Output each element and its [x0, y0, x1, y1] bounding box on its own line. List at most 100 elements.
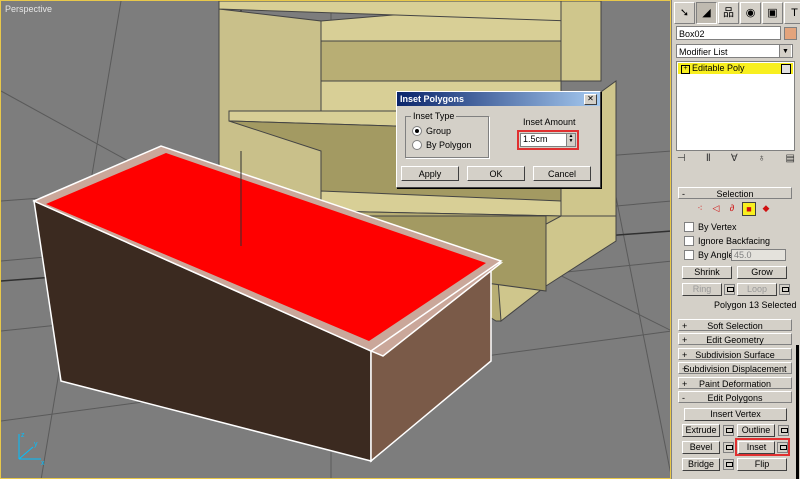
inset-polygons-dialog: Inset Polygons ✕ Inset Type Group By Pol…	[396, 91, 601, 188]
motion-tab-icon[interactable]: ◉	[740, 2, 761, 24]
object-color-swatch[interactable]	[784, 27, 797, 40]
extrude-button[interactable]: Extrude	[682, 424, 720, 437]
expand-icon[interactable]: +	[681, 65, 690, 74]
rollout-title: Subdivision Displacement	[683, 364, 787, 374]
loop-spinner-icon[interactable]	[779, 284, 790, 295]
ignore-backfacing-row[interactable]: Ignore Backfacing	[684, 236, 770, 246]
cancel-button[interactable]: Cancel	[533, 166, 591, 181]
inset-amount-value[interactable]: 1.5cm	[523, 134, 548, 144]
display-tab-icon[interactable]: ▣	[762, 2, 783, 24]
hierarchy-tab-icon[interactable]: 品	[718, 2, 739, 24]
inset-amount-highlight: 1.5cm ▲ ▼	[517, 130, 579, 150]
object-name-field[interactable]: Box02	[676, 26, 781, 40]
collapse-icon: -	[682, 393, 685, 403]
rollout-title: Edit Polygons	[707, 393, 763, 403]
create-tab-icon[interactable]: ➘	[674, 2, 695, 24]
make-unique-icon[interactable]: ∀	[731, 153, 738, 167]
lightbulb-icon[interactable]	[781, 64, 791, 74]
radio-group-label: Group	[426, 126, 452, 136]
close-icon[interactable]: ✕	[584, 94, 597, 105]
bevel-button[interactable]: Bevel	[682, 441, 720, 454]
rollout-selection[interactable]: - Selection	[678, 187, 792, 199]
outline-settings-icon[interactable]	[778, 425, 789, 436]
panel-scrollbar[interactable]	[796, 345, 799, 479]
edge-mode-icon[interactable]: ◁	[710, 202, 722, 214]
expand-icon: +	[682, 364, 688, 374]
pin-stack-icon[interactable]: ⊣	[677, 153, 686, 167]
rollout-edit-polygons[interactable]: - Edit Polygons	[678, 391, 792, 403]
radio-group-option[interactable]: Group	[412, 126, 451, 136]
bridge-settings-icon[interactable]	[723, 459, 734, 470]
radio-selected-icon[interactable]	[412, 126, 422, 136]
ok-button[interactable]: OK	[467, 166, 525, 181]
expand-icon: +	[682, 335, 688, 345]
outline-button[interactable]: Outline	[737, 424, 775, 437]
svg-text:y: y	[34, 441, 38, 448]
utilities-tab-icon[interactable]: T	[784, 2, 800, 24]
perspective-viewport[interactable]: Perspective z x y	[0, 0, 671, 479]
rollout-subdivision-surface[interactable]: + Subdivision Surface	[678, 348, 792, 360]
extrude-settings-icon[interactable]	[723, 425, 734, 436]
inset-settings-icon[interactable]	[777, 442, 788, 453]
rollout-title: Paint Deformation	[698, 379, 772, 389]
border-mode-icon[interactable]: ∂	[726, 202, 738, 214]
rollout-selection-title: Selection	[716, 189, 754, 199]
expand-icon: +	[682, 350, 688, 360]
selection-status: Polygon 13 Selected	[714, 300, 797, 310]
remove-modifier-icon[interactable]: ♁	[758, 153, 766, 167]
svg-text:x: x	[41, 460, 45, 467]
scene-render[interactable]	[1, 1, 671, 479]
show-end-result-icon[interactable]: Ⅱ	[706, 153, 711, 167]
shrink-button[interactable]: Shrink	[682, 266, 732, 279]
angle-value[interactable]: 45.0	[734, 250, 752, 260]
dialog-title: Inset Polygons	[397, 92, 600, 106]
rollout-title: Subdivision Surface	[695, 350, 775, 360]
radio-by-polygon-label: By Polygon	[426, 140, 472, 150]
spinner-arrows-icon[interactable]: ▲ ▼	[566, 134, 575, 146]
ring-spinner-icon[interactable]	[724, 284, 735, 295]
rollout-paint-deformation[interactable]: + Paint Deformation	[678, 377, 792, 389]
stack-item-editable-poly[interactable]: + Editable Poly	[678, 63, 793, 74]
dropdown-arrow-icon[interactable]: ▼	[779, 45, 791, 57]
angle-spinner[interactable]: 45.0	[731, 249, 786, 261]
axis-tripod-icon: z x y	[18, 432, 45, 467]
rollout-title: Edit Geometry	[706, 335, 764, 345]
bevel-settings-icon[interactable]	[723, 442, 734, 453]
by-vertex-label: By Vertex	[698, 222, 737, 232]
element-mode-icon[interactable]: ◆	[760, 202, 772, 214]
bridge-button[interactable]: Bridge	[682, 458, 720, 471]
viewport-label[interactable]: Perspective	[5, 4, 52, 14]
by-angle-checkbox[interactable]	[684, 250, 694, 260]
rollout-soft-selection[interactable]: + Soft Selection	[678, 319, 792, 331]
ignore-backfacing-label: Ignore Backfacing	[698, 236, 771, 246]
inset-button[interactable]: Inset	[738, 441, 775, 454]
loop-button[interactable]: Loop	[737, 283, 777, 296]
inset-amount-spinner[interactable]: 1.5cm ▲ ▼	[520, 133, 576, 147]
insert-vertex-button[interactable]: Insert Vertex	[684, 408, 787, 421]
ring-button[interactable]: Ring	[682, 283, 722, 296]
by-vertex-row[interactable]: By Vertex	[684, 222, 737, 232]
apply-button[interactable]: Apply	[401, 166, 459, 181]
polygon-mode-icon[interactable]: ■	[742, 202, 756, 216]
rollout-title: Soft Selection	[707, 321, 763, 331]
ignore-backfacing-checkbox[interactable]	[684, 236, 694, 246]
inset-type-group: Inset Type Group By Polygon	[405, 111, 489, 158]
grow-button[interactable]: Grow	[737, 266, 787, 279]
radio-by-polygon-option[interactable]: By Polygon	[412, 140, 472, 150]
vertex-mode-icon[interactable]: ⁖	[694, 202, 706, 214]
by-angle-row[interactable]: By Angle:	[684, 250, 736, 260]
rollout-subdivision-displacement[interactable]: + Subdivision Displacement	[678, 362, 792, 374]
modifier-stack: + Editable Poly	[676, 61, 795, 151]
configure-modifier-sets-icon[interactable]: ▤	[786, 153, 795, 167]
radio-unselected-icon[interactable]	[412, 140, 422, 150]
modify-tab-icon[interactable]: ◢	[696, 2, 717, 24]
stack-tools: ⊣ Ⅱ ∀ ♁ ▤	[677, 153, 795, 167]
by-vertex-checkbox[interactable]	[684, 222, 694, 232]
command-panel-tabs: ➘ ◢ 品 ◉ ▣ T	[674, 2, 800, 24]
svg-text:z: z	[21, 432, 25, 439]
modifier-list-dropdown[interactable]: Modifier List ▼	[676, 44, 793, 58]
rollout-edit-geometry[interactable]: + Edit Geometry	[678, 333, 792, 345]
inset-amount-label: Inset Amount	[523, 117, 576, 127]
flip-button[interactable]: Flip	[737, 458, 787, 471]
expand-icon: +	[682, 321, 688, 331]
